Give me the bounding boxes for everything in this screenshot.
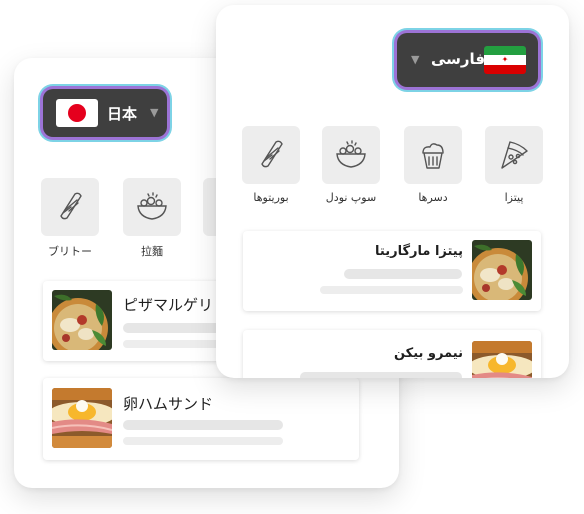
- category-label: ブリトー: [48, 245, 92, 258]
- category-label: پیتزا: [504, 191, 524, 204]
- pizza-photo: [472, 240, 532, 300]
- language-selector-japanese[interactable]: 日本 ▼: [43, 89, 167, 137]
- burrito-icon: [242, 126, 300, 184]
- language-label: فارسی: [431, 50, 486, 68]
- category-noodle-soup[interactable]: 拉麵: [123, 178, 181, 259]
- placeholder-line: [123, 420, 283, 430]
- category-burrito[interactable]: بوریتوها: [242, 126, 300, 204]
- category-dessert[interactable]: دسرها: [404, 126, 462, 204]
- category-noodle-soup[interactable]: سوپ نودل: [322, 126, 380, 204]
- burrito-icon: [41, 178, 99, 236]
- chevron-down-icon: ▼: [411, 53, 420, 66]
- persian-menu-card: ▼ فارسی ✦ بوریتوها سوپ نودل دسرها پیتزا …: [216, 5, 569, 378]
- menu-item-title: نیمرو بیکن: [393, 346, 463, 361]
- menu-item-title: 卵ハムサンド: [123, 395, 214, 413]
- language-selector-persian[interactable]: ▼ فارسی ✦: [397, 33, 538, 87]
- placeholder-line: [300, 372, 462, 378]
- placeholder-line: [344, 269, 462, 279]
- noodle-bowl-icon: [322, 126, 380, 184]
- japan-flag-icon: [56, 99, 98, 127]
- category-label: دسرها: [418, 191, 448, 204]
- language-label: 日本: [107, 105, 138, 123]
- egg-ham-sandwich-photo: [52, 388, 112, 448]
- menu-item-title: پیتزا مارگاریتا: [375, 244, 463, 259]
- category-burrito[interactable]: ブリトー: [41, 178, 99, 259]
- menu-item-sandwich[interactable]: نیمرو بیکن: [243, 330, 541, 378]
- category-label: سوپ نودل: [325, 191, 377, 204]
- noodle-bowl-icon: [123, 178, 181, 236]
- category-label: 拉麵: [141, 245, 163, 258]
- menu-item-title: ピザマルゲリ: [123, 296, 214, 314]
- chevron-down-icon: ▼: [150, 106, 159, 119]
- pizza-slice-icon: [485, 126, 543, 184]
- pizza-photo: [52, 290, 112, 350]
- menu-item-pizza[interactable]: پیتزا مارگاریتا: [243, 231, 541, 311]
- egg-ham-sandwich-photo: [472, 341, 532, 378]
- placeholder-line: [320, 286, 463, 294]
- dessert-icon: [404, 126, 462, 184]
- iran-flag-icon: ✦: [484, 46, 526, 74]
- menu-item-sandwich[interactable]: 卵ハムサンド: [43, 378, 359, 460]
- category-pizza[interactable]: پیتزا: [485, 126, 543, 204]
- category-label: بوریتوها: [253, 191, 289, 204]
- placeholder-line: [123, 437, 283, 445]
